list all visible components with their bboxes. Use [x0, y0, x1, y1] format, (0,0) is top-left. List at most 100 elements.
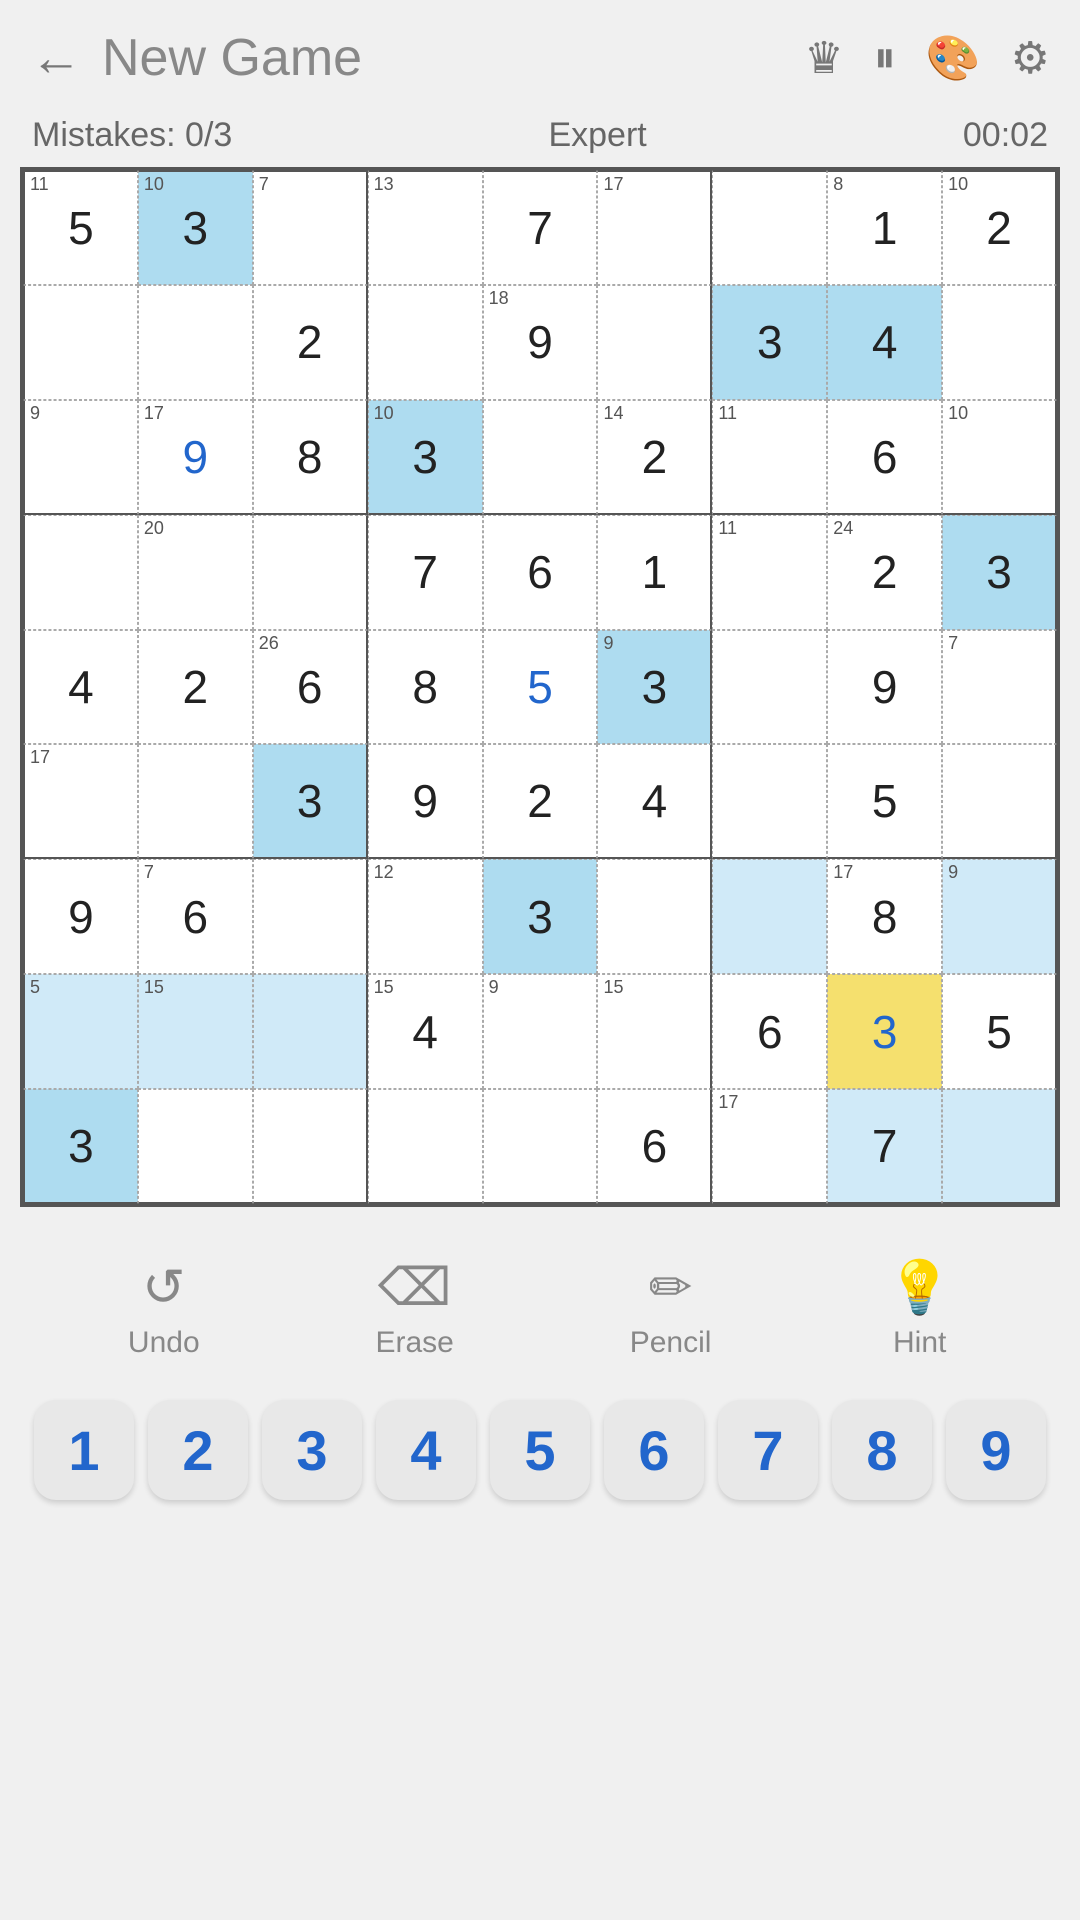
cell-r4-c5[interactable]: 6	[483, 515, 598, 630]
cell-r8-c6[interactable]: 15	[597, 974, 712, 1089]
cell-r8-c2[interactable]: 15	[138, 974, 253, 1089]
cell-r9-c8[interactable]: 7	[827, 1089, 942, 1204]
cell-r6-c9[interactable]	[942, 744, 1057, 859]
cell-r9-c4[interactable]	[368, 1089, 483, 1204]
cell-r5-c6[interactable]: 93	[597, 630, 712, 745]
cell-r1-c1[interactable]: 115	[23, 170, 138, 285]
crown-icon[interactable]: ♛	[804, 33, 843, 84]
cell-r9-c1[interactable]: 3	[23, 1089, 138, 1204]
cell-r3-c5[interactable]	[483, 400, 598, 515]
cell-r6-c7[interactable]	[712, 744, 827, 859]
cell-r9-c5[interactable]	[483, 1089, 598, 1204]
cell-r1-c9[interactable]: 102	[942, 170, 1057, 285]
cell-r4-c9[interactable]: 3	[942, 515, 1057, 630]
sudoku-grid[interactable]: 1151037137178110221893491798103142116102…	[20, 167, 1060, 1207]
cell-r5-c8[interactable]: 9	[827, 630, 942, 745]
numpad-btn-9[interactable]: 9	[946, 1400, 1046, 1500]
cell-r4-c7[interactable]: 11	[712, 515, 827, 630]
cell-r7-c9[interactable]: 9	[942, 859, 1057, 974]
numpad-btn-1[interactable]: 1	[34, 1400, 134, 1500]
settings-icon[interactable]: ⚙	[1011, 33, 1050, 84]
cell-r1-c2[interactable]: 103	[138, 170, 253, 285]
hint-button[interactable]: 💡 Hint	[887, 1257, 952, 1360]
cell-r4-c2[interactable]: 20	[138, 515, 253, 630]
back-button[interactable]: ←	[30, 32, 82, 84]
cell-r8-c3[interactable]	[253, 974, 368, 1089]
cell-r5-c7[interactable]	[712, 630, 827, 745]
cell-r3-c6[interactable]: 142	[597, 400, 712, 515]
erase-button[interactable]: ⌫ Erase	[376, 1258, 454, 1360]
cell-r8-c7[interactable]: 6	[712, 974, 827, 1089]
cell-r7-c6[interactable]	[597, 859, 712, 974]
pencil-button[interactable]: ✏ Pencil	[630, 1258, 712, 1360]
cell-r5-c4[interactable]: 8	[368, 630, 483, 745]
cell-r2-c5[interactable]: 189	[483, 285, 598, 400]
cell-r7-c2[interactable]: 76	[138, 859, 253, 974]
cell-r6-c2[interactable]	[138, 744, 253, 859]
cell-r9-c3[interactable]	[253, 1089, 368, 1204]
cell-r4-c8[interactable]: 242	[827, 515, 942, 630]
cell-r3-c1[interactable]: 9	[23, 400, 138, 515]
cell-r9-c9[interactable]	[942, 1089, 1057, 1204]
cell-r2-c8[interactable]: 4	[827, 285, 942, 400]
cell-r4-c4[interactable]: 7	[368, 515, 483, 630]
cell-r6-c5[interactable]: 2	[483, 744, 598, 859]
cell-r6-c8[interactable]: 5	[827, 744, 942, 859]
cell-r4-c1[interactable]	[23, 515, 138, 630]
cell-r1-c8[interactable]: 81	[827, 170, 942, 285]
cell-r5-c2[interactable]: 2	[138, 630, 253, 745]
cell-r5-c1[interactable]: 4	[23, 630, 138, 745]
numpad-btn-7[interactable]: 7	[718, 1400, 818, 1500]
numpad-btn-4[interactable]: 4	[376, 1400, 476, 1500]
cell-r3-c9[interactable]: 10	[942, 400, 1057, 515]
cell-r5-c5[interactable]: 5	[483, 630, 598, 745]
cell-r3-c3[interactable]: 8	[253, 400, 368, 515]
cell-r7-c3[interactable]	[253, 859, 368, 974]
numpad-btn-3[interactable]: 3	[262, 1400, 362, 1500]
cell-r1-c3[interactable]: 7	[253, 170, 368, 285]
cell-r1-c4[interactable]: 13	[368, 170, 483, 285]
cell-r5-c3[interactable]: 266	[253, 630, 368, 745]
numpad-btn-2[interactable]: 2	[148, 1400, 248, 1500]
cell-r2-c1[interactable]	[23, 285, 138, 400]
cell-r1-c6[interactable]: 17	[597, 170, 712, 285]
palette-icon[interactable]: 🎨	[926, 32, 981, 84]
numpad-btn-6[interactable]: 6	[604, 1400, 704, 1500]
cell-r8-c1[interactable]: 5	[23, 974, 138, 1089]
cell-r6-c1[interactable]: 17	[23, 744, 138, 859]
cell-r9-c2[interactable]	[138, 1089, 253, 1204]
cell-r4-c6[interactable]: 1	[597, 515, 712, 630]
cell-r8-c5[interactable]: 9	[483, 974, 598, 1089]
cell-r6-c3[interactable]: 3	[253, 744, 368, 859]
cell-r1-c5[interactable]: 7	[483, 170, 598, 285]
cell-r7-c5[interactable]: 3	[483, 859, 598, 974]
cell-r3-c2[interactable]: 179	[138, 400, 253, 515]
cell-r9-c7[interactable]: 17	[712, 1089, 827, 1204]
cell-r5-c9[interactable]: 7	[942, 630, 1057, 745]
cell-r2-c3[interactable]: 2	[253, 285, 368, 400]
cell-r1-c7[interactable]	[712, 170, 827, 285]
cell-r8-c9[interactable]: 5	[942, 974, 1057, 1089]
cell-r7-c1[interactable]: 9	[23, 859, 138, 974]
cell-r2-c6[interactable]	[597, 285, 712, 400]
cell-r2-c7[interactable]: 3	[712, 285, 827, 400]
cell-r6-c4[interactable]: 9	[368, 744, 483, 859]
cell-r8-c8[interactable]: 3	[827, 974, 942, 1089]
cell-r8-c4[interactable]: 154	[368, 974, 483, 1089]
cell-r3-c4[interactable]: 103	[368, 400, 483, 515]
cell-r4-c3[interactable]	[253, 515, 368, 630]
cell-r7-c8[interactable]: 178	[827, 859, 942, 974]
cell-r7-c7[interactable]	[712, 859, 827, 974]
cell-r6-c6[interactable]: 4	[597, 744, 712, 859]
cell-r3-c8[interactable]: 6	[827, 400, 942, 515]
cell-r7-c4[interactable]: 12	[368, 859, 483, 974]
cell-r9-c6[interactable]: 6	[597, 1089, 712, 1204]
cell-r2-c4[interactable]	[368, 285, 483, 400]
undo-button[interactable]: ↺ Undo	[128, 1258, 200, 1360]
cell-r2-c2[interactable]	[138, 285, 253, 400]
cell-r2-c9[interactable]	[942, 285, 1057, 400]
pause-icon[interactable]: ⏸	[874, 33, 896, 83]
numpad-btn-5[interactable]: 5	[490, 1400, 590, 1500]
cell-r3-c7[interactable]: 11	[712, 400, 827, 515]
numpad-btn-8[interactable]: 8	[832, 1400, 932, 1500]
